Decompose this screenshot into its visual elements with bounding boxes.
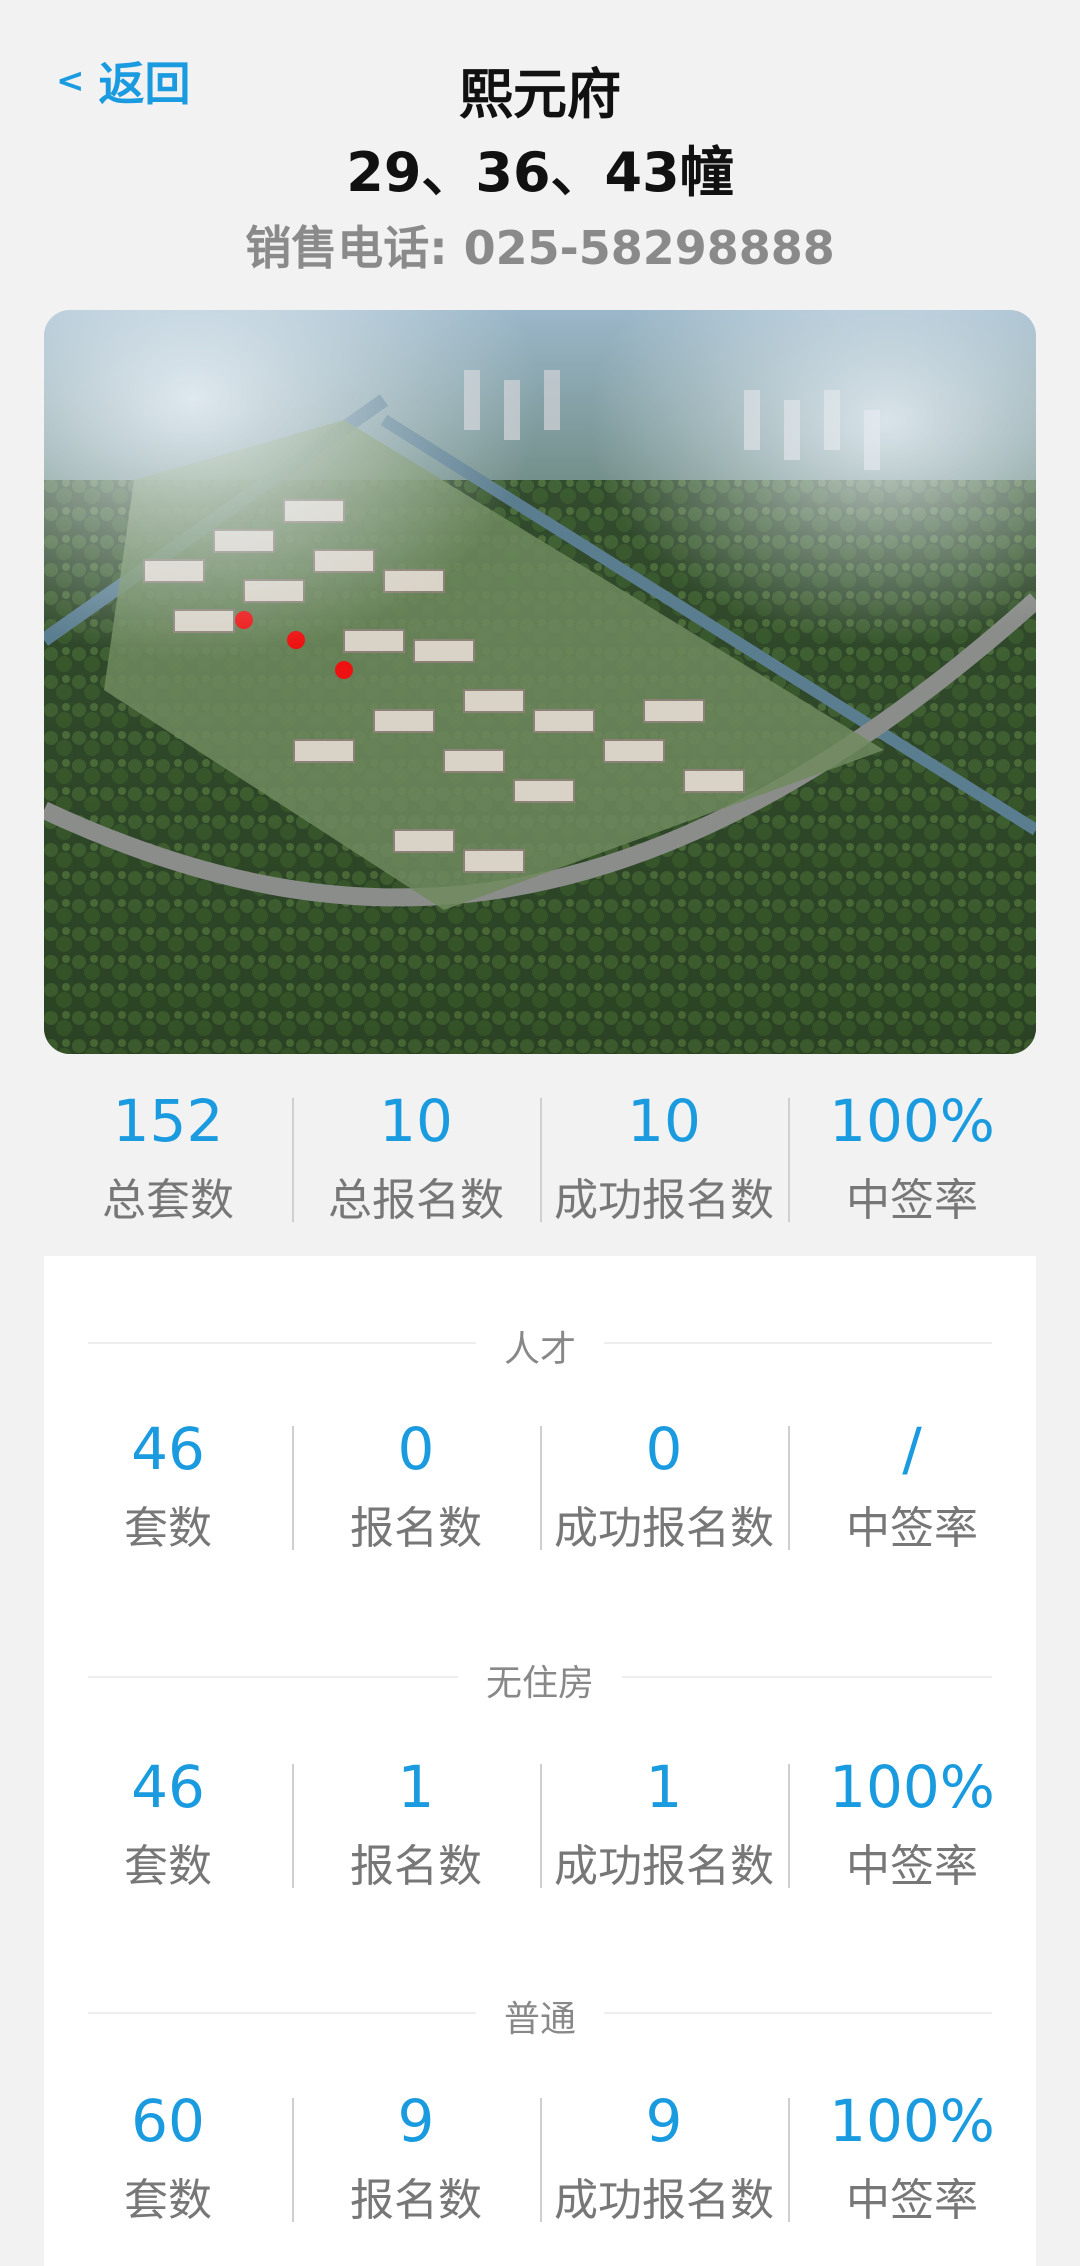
stat-value: 9	[645, 2087, 683, 2155]
stat-label: 中签率	[846, 1841, 978, 1892]
stat-label: 成功报名数	[554, 1841, 774, 1892]
stat-units: 46 套数	[44, 1420, 292, 1556]
section-stats: 60 套数 9 报名数 9 成功报名数 100% 中签率	[44, 2092, 1036, 2228]
section-title: 普通	[475, 1990, 605, 2042]
stat-value: 10	[627, 1087, 701, 1155]
stat-label: 套数	[124, 1841, 212, 1892]
stat-value: 100%	[829, 1087, 995, 1155]
stat-win-rate: 100% 中签率	[788, 1758, 1036, 1894]
stat-successful-applications: 0 成功报名数	[540, 1420, 788, 1556]
stat-win-rate: / 中签率	[788, 1420, 1036, 1556]
stat-value: 1	[645, 1753, 683, 1821]
stat-label: 中签率	[846, 2175, 978, 2226]
building-numbers: 29、36、43幢	[346, 141, 734, 204]
stat-label: 成功报名数	[554, 1503, 774, 1554]
stat-label: 总报名数	[328, 1175, 504, 1226]
section-divider: 人才	[88, 1320, 992, 1372]
category-card: 人才 46 套数 0 报名数 0 成功报名数 / 中签率 无住房 46 套数 1…	[44, 1256, 1036, 2266]
stat-label: 套数	[124, 1503, 212, 1554]
stat-label: 报名数	[350, 1503, 482, 1554]
stat-value: /	[902, 1415, 922, 1483]
stat-value: 46	[131, 1753, 205, 1821]
stat-successful-applications: 10 成功报名数	[540, 1092, 788, 1228]
stat-value: 1	[397, 1753, 435, 1821]
stat-value: 46	[131, 1415, 205, 1483]
project-aerial-image	[44, 310, 1036, 1054]
section-stats: 46 套数 1 报名数 1 成功报名数 100% 中签率	[44, 1758, 1036, 1894]
stat-value: 10	[379, 1087, 453, 1155]
stat-units: 46 套数	[44, 1758, 292, 1894]
stat-label: 成功报名数	[554, 1175, 774, 1226]
stat-total-units: 152 总套数	[44, 1092, 292, 1228]
section-title: 无住房	[457, 1654, 623, 1706]
stat-label: 中签率	[846, 1175, 978, 1226]
stat-value: 152	[112, 1087, 224, 1155]
stat-total-applications: 10 总报名数	[292, 1092, 540, 1228]
stat-win-rate: 100% 中签率	[788, 1092, 1036, 1228]
stat-label: 报名数	[350, 1841, 482, 1892]
stat-value: 0	[397, 1415, 435, 1483]
page-title: 熙元府	[459, 63, 621, 126]
stat-successful-applications: 1 成功报名数	[540, 1758, 788, 1894]
sales-phone[interactable]: 销售电话: 025-58298888	[0, 212, 1080, 278]
stat-win-rate: 100% 中签率	[788, 2092, 1036, 2228]
stat-applications: 0 报名数	[292, 1420, 540, 1556]
stat-value: 100%	[829, 1753, 995, 1821]
stat-label: 报名数	[350, 2175, 482, 2226]
stat-successful-applications: 9 成功报名数	[540, 2092, 788, 2228]
stat-units: 60 套数	[44, 2092, 292, 2228]
stat-applications: 1 报名数	[292, 1758, 540, 1894]
section-divider: 普通	[88, 1990, 992, 2042]
stat-value: 0	[645, 1415, 683, 1483]
stat-value: 60	[131, 2087, 205, 2155]
stat-label: 中签率	[846, 1503, 978, 1554]
section-title: 人才	[475, 1320, 605, 1372]
stat-value: 100%	[829, 2087, 995, 2155]
stat-label: 总套数	[102, 1175, 234, 1226]
stat-label: 成功报名数	[554, 2175, 774, 2226]
summary-stats: 152 总套数 10 总报名数 10 成功报名数 100% 中签率	[44, 1092, 1036, 1228]
stat-applications: 9 报名数	[292, 2092, 540, 2228]
section-divider: 无住房	[88, 1654, 992, 1706]
section-stats: 46 套数 0 报名数 0 成功报名数 / 中签率	[44, 1420, 1036, 1556]
stat-value: 9	[397, 2087, 435, 2155]
stat-label: 套数	[124, 2175, 212, 2226]
